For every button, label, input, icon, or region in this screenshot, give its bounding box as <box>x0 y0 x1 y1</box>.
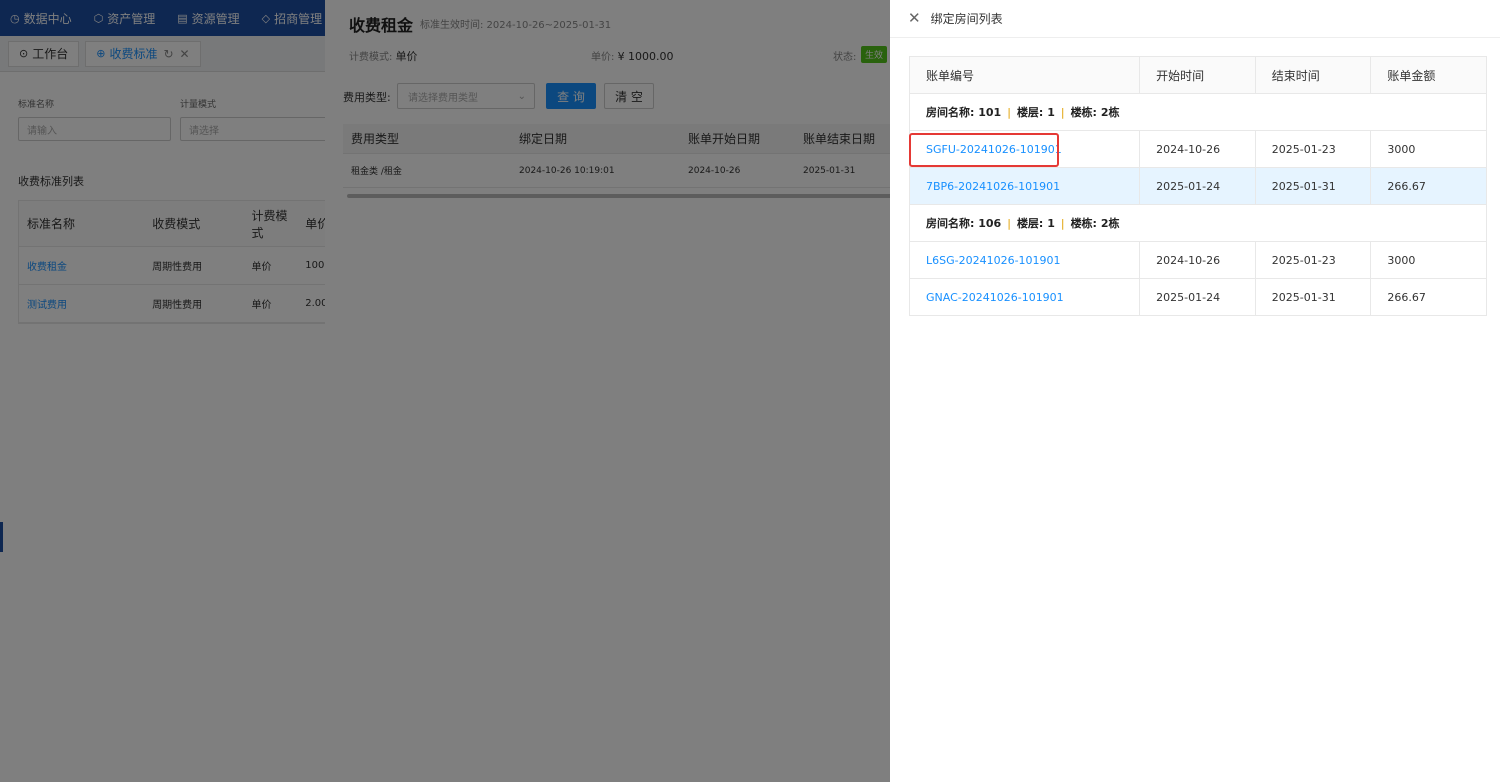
bill-number-link[interactable]: 7BP6-20241026-101901 <box>926 180 1060 193</box>
bill-table: 账单编号 开始时间 结束时间 账单金额 房间名称: 101 | 楼层: 1 | … <box>909 56 1487 316</box>
separator: | <box>1007 216 1011 230</box>
col-header-bill-no: 账单编号 <box>910 57 1141 93</box>
end-cell: 2025-01-23 <box>1256 131 1372 167</box>
table-row: 7BP6-20241026-101901 2025-01-24 2025-01-… <box>910 168 1486 205</box>
amount-cell: 3000 <box>1387 142 1416 156</box>
floor-value: 1 <box>1047 105 1055 119</box>
drawer-title: 绑定房间列表 <box>930 12 1003 26</box>
drawer-header: ✕ 绑定房间列表 <box>890 0 1500 38</box>
drawer-mask[interactable] <box>0 0 890 782</box>
table-header: 账单编号 开始时间 结束时间 账单金额 <box>910 57 1486 94</box>
start-cell: 2025-01-24 <box>1140 168 1256 204</box>
room-label: 房间名称: <box>926 217 975 230</box>
building-value: 2栋 <box>1100 106 1120 119</box>
building-value: 2栋 <box>1100 217 1120 230</box>
room-group-info: 房间名称: 106 | 楼层: 1 | 楼栋: 2栋 <box>910 205 1486 241</box>
floor-value: 1 <box>1047 216 1055 230</box>
bill-number-cell: L6SG-20241026-101901 <box>910 242 1141 278</box>
separator: | <box>1060 216 1065 230</box>
col-header-amount: 账单金额 <box>1387 68 1436 83</box>
room-group-row: 房间名称: 106 | 楼层: 1 | 楼栋: 2栋 <box>910 205 1486 242</box>
room-value: 101 <box>978 105 1002 119</box>
amount-cell: 266.67 <box>1387 290 1426 304</box>
table-row: GNAC-20241026-101901 2025-01-24 2025-01-… <box>910 279 1486 316</box>
building-label: 楼栋: <box>1070 106 1097 119</box>
bound-rooms-drawer: ✕ 绑定房间列表 账单编号 开始时间 结束时间 账单金额 房间名称: 101 |… <box>890 0 1500 782</box>
start-cell: 2024-10-26 <box>1140 131 1256 167</box>
bill-number-link[interactable]: L6SG-20241026-101901 <box>926 254 1061 267</box>
room-group-row: 房间名称: 101 | 楼层: 1 | 楼栋: 2栋 <box>910 94 1486 131</box>
table-row: SGFU-20241026-101901 2024-10-26 2025-01-… <box>910 131 1486 168</box>
separator: | <box>1007 105 1011 119</box>
start-cell: 2025-01-24 <box>1140 279 1256 315</box>
room-value: 106 <box>978 216 1002 230</box>
bill-number-cell: SGFU-20241026-101901 <box>910 131 1141 167</box>
building-label: 楼栋: <box>1070 217 1097 230</box>
end-cell: 2025-01-31 <box>1256 168 1372 204</box>
bill-number-cell: 7BP6-20241026-101901 <box>910 168 1141 204</box>
bill-number-link[interactable]: GNAC-20241026-101901 <box>926 291 1064 304</box>
end-cell: 2025-01-31 <box>1256 279 1372 315</box>
amount-cell: 266.67 <box>1387 179 1426 193</box>
bill-number-cell: GNAC-20241026-101901 <box>910 279 1141 315</box>
separator: | <box>1060 105 1065 119</box>
start-cell: 2024-10-26 <box>1140 242 1256 278</box>
bill-number-link[interactable]: SGFU-20241026-101901 <box>926 143 1062 156</box>
amount-cell: 3000 <box>1387 253 1416 267</box>
end-cell: 2025-01-23 <box>1256 242 1372 278</box>
col-header-start: 开始时间 <box>1140 57 1256 93</box>
col-header-end: 结束时间 <box>1256 57 1372 93</box>
close-icon[interactable]: ✕ <box>908 11 921 26</box>
floor-label: 楼层: <box>1016 217 1044 230</box>
room-label: 房间名称: <box>926 106 975 119</box>
room-group-info: 房间名称: 101 | 楼层: 1 | 楼栋: 2栋 <box>910 94 1486 130</box>
floor-label: 楼层: <box>1016 106 1044 119</box>
table-row: L6SG-20241026-101901 2024-10-26 2025-01-… <box>910 242 1486 279</box>
